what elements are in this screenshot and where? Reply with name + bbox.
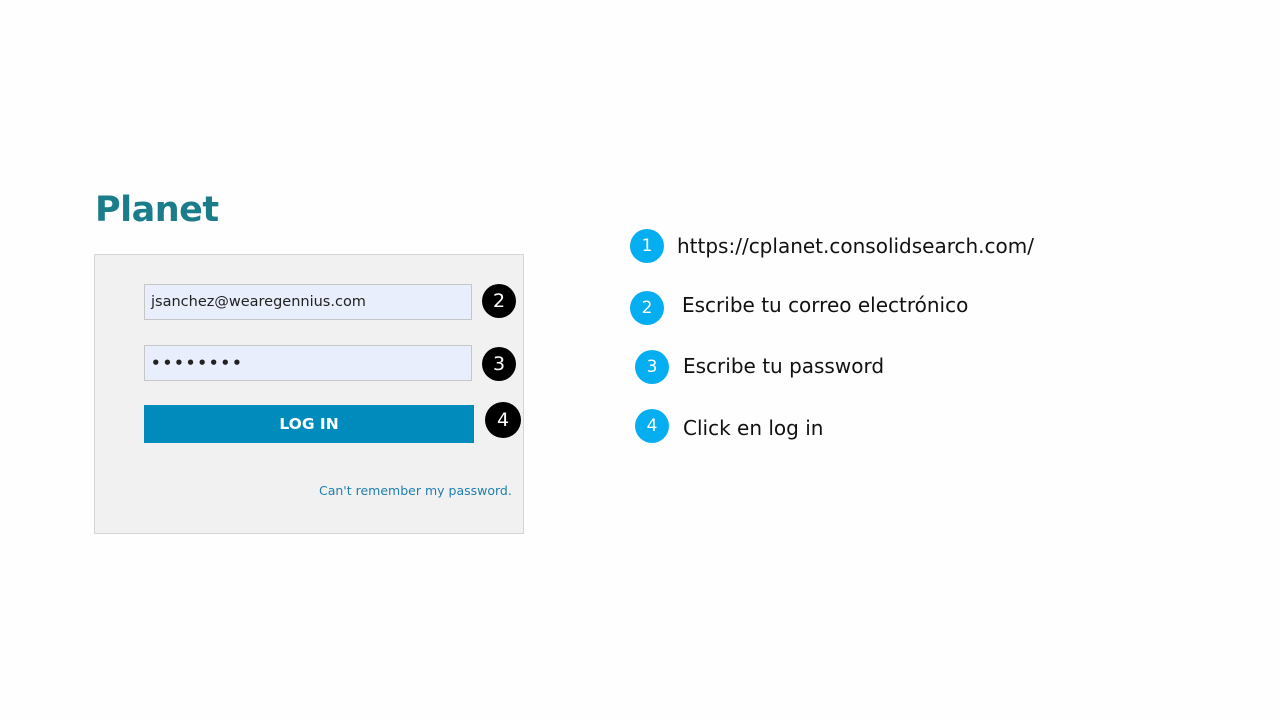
step-number-3: 3 bbox=[635, 350, 669, 384]
step-text-email: Escribe tu correo electrónico bbox=[682, 293, 969, 317]
forgot-password-link[interactable]: Can't remember my password. bbox=[319, 483, 512, 498]
callout-badge-3: 3 bbox=[482, 347, 516, 381]
step-number-1: 1 bbox=[630, 229, 664, 263]
callout-badge-4: 4 bbox=[485, 402, 521, 438]
callout-badge-2: 2 bbox=[482, 284, 516, 318]
step-text-url: https://cplanet.consolidsearch.com/ bbox=[677, 234, 1034, 258]
login-button[interactable]: LOG IN bbox=[144, 405, 474, 443]
password-field[interactable]: •••••••• bbox=[144, 345, 472, 381]
step-text-password: Escribe tu password bbox=[683, 354, 885, 378]
instruction-slide: Planet jsanchez@wearegennius.com •••••••… bbox=[0, 0, 1280, 720]
planet-logo: Planet bbox=[95, 190, 219, 230]
step-number-4: 4 bbox=[635, 409, 669, 443]
step-number-2: 2 bbox=[630, 291, 664, 325]
step-text-login: Click en log in bbox=[683, 416, 824, 440]
email-field[interactable]: jsanchez@wearegennius.com bbox=[144, 284, 472, 320]
